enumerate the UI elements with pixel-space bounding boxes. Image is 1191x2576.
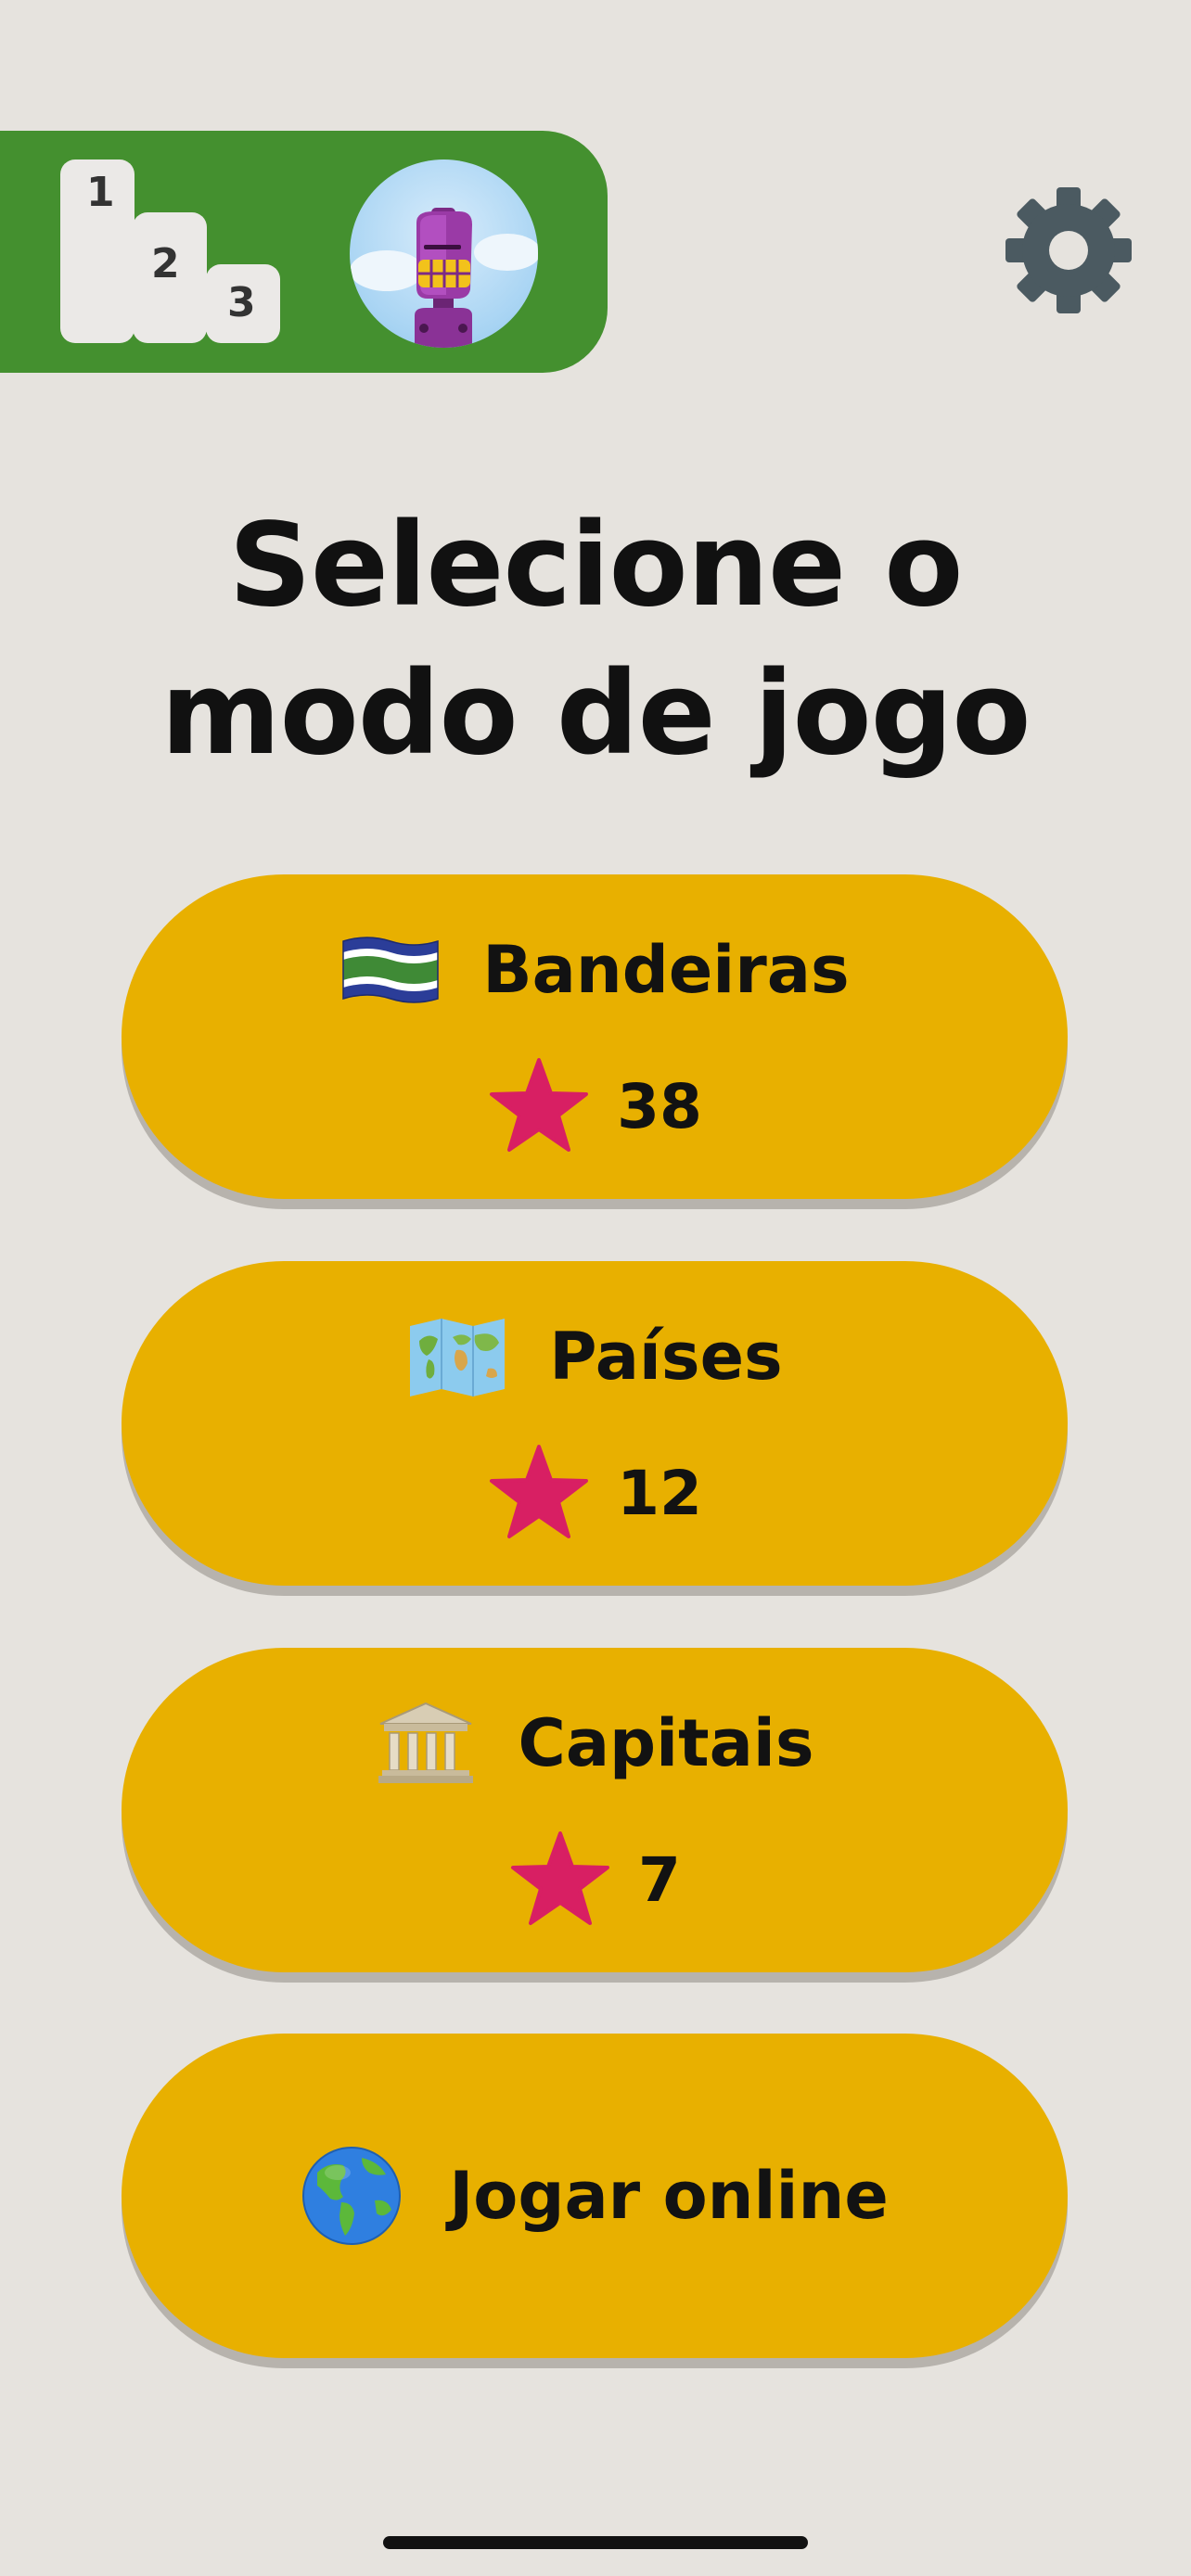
mode-header: Países [122, 1315, 1068, 1398]
mode-label: Bandeiras [482, 932, 850, 1008]
flag-icon [342, 937, 440, 1003]
mode-stars: 38 [122, 1055, 1068, 1157]
mode-button-paises[interactable]: Países 12 [122, 1261, 1068, 1586]
mode-header: Bandeiras [122, 928, 1068, 1012]
play-online-content: Jogar online [122, 2136, 1068, 2256]
classical-building-icon [378, 1702, 474, 1783]
star-count: 12 [617, 1457, 702, 1529]
home-indicator[interactable] [383, 2536, 808, 2549]
leaderboard-podium-icon[interactable]: 1 2 3 [60, 159, 283, 345]
page-title-line2: modo de jogo [160, 647, 1031, 781]
robot-avatar-icon [350, 208, 538, 348]
star-count: 38 [617, 1070, 702, 1142]
mode-button-capitais[interactable]: Capitais 7 [122, 1648, 1068, 1972]
mode-header: Capitais [122, 1702, 1068, 1785]
mode-button-bandeiras[interactable]: Bandeiras 38 [122, 874, 1068, 1199]
podium-first: 1 [60, 159, 134, 343]
podium-second-label: 2 [151, 240, 180, 287]
star-icon [511, 1831, 610, 1925]
mode-label: Capitais [518, 1705, 814, 1781]
mode-label: Países [549, 1319, 783, 1395]
star-count: 7 [638, 1843, 681, 1916]
globe-icon [302, 2147, 402, 2245]
podium-third: 3 [206, 264, 280, 343]
settings-button[interactable] [1004, 185, 1133, 315]
podium-second: 2 [133, 212, 207, 343]
play-online-button[interactable]: Jogar online [122, 2034, 1068, 2358]
page-title: Selecione o modo de jogo [0, 491, 1191, 788]
star-icon [490, 1058, 589, 1152]
play-online-label: Jogar online [449, 2158, 889, 2234]
world-map-icon [410, 1319, 506, 1396]
podium-third-label: 3 [227, 279, 256, 326]
mode-stars: 12 [122, 1442, 1068, 1544]
avatar[interactable] [350, 159, 538, 348]
star-icon [490, 1445, 589, 1538]
mode-stars: 7 [122, 1829, 1068, 1931]
podium-first-label: 1 [86, 169, 115, 216]
gear-icon [1005, 187, 1132, 313]
page-title-line1: Selecione o [228, 499, 964, 632]
